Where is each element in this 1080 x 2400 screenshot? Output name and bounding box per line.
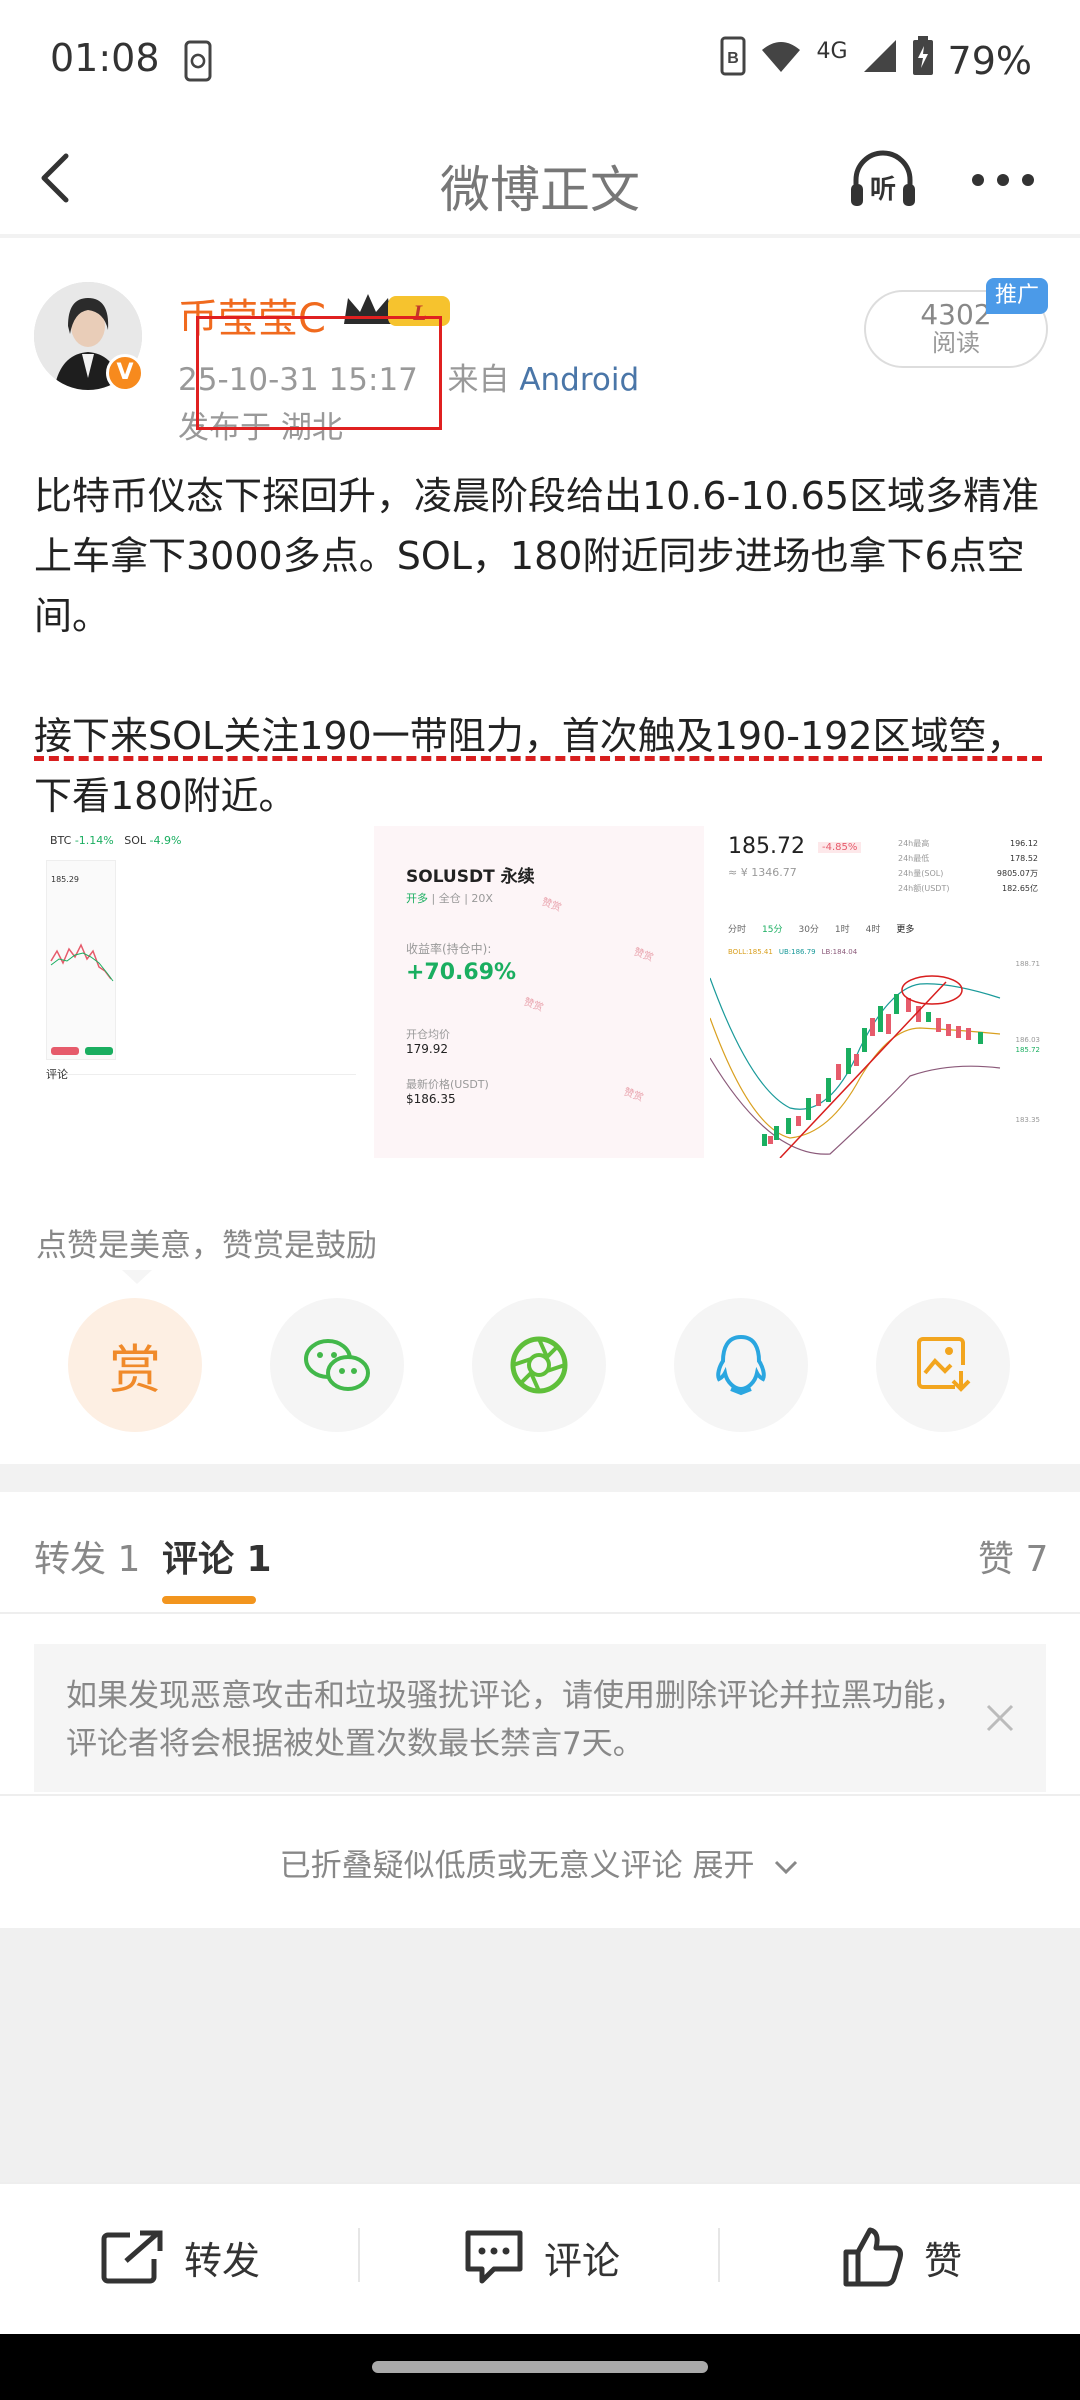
status-bar: 01:08 B 4G 79%: [0, 0, 1080, 120]
status-right: B 4G 79%: [720, 36, 1032, 85]
img2-watermark: 赞赏: [622, 1086, 645, 1104]
img2-watermark: 赞赏: [540, 896, 563, 914]
back-arrow-icon: [41, 153, 69, 203]
annotation-dashed-underline: [34, 756, 1042, 761]
back-button[interactable]: [30, 148, 90, 208]
source-prefix: 来自: [447, 362, 510, 398]
img1-phone-preview: 185.29: [46, 860, 116, 1060]
close-icon: [986, 1704, 1014, 1732]
wechat-share-button[interactable]: [270, 1298, 404, 1432]
img2-position-info: 开多 | 全仓 | 20X: [406, 892, 493, 905]
chevron-down-icon: [775, 1860, 798, 1874]
annotation-box: [196, 316, 442, 430]
wifi-icon: [760, 39, 802, 83]
img2-watermark: 赞赏: [632, 946, 655, 964]
svg-text:B: B: [728, 50, 740, 67]
headphones-icon: 听: [851, 150, 915, 206]
notice-text: 如果发现恶意攻击和垃圾骚扰评论，请使用删除评论并拉黑功能，评论者将会根据被处置次…: [66, 1678, 965, 1762]
post-paragraph-1: 比特币仪态下探回升，凌晨阶段给出10.6-10.65区域多精准上车拿下3000多…: [34, 474, 1040, 638]
nav-bar: 微博正文 听: [0, 120, 1080, 238]
section-divider: [0, 1464, 1080, 1492]
img1-tickers: BTC -1.14% SOL -4.9%: [50, 834, 182, 847]
promote-badge[interactable]: 推广: [986, 278, 1048, 314]
screen-sync-icon: [180, 40, 216, 86]
action-separator: [718, 2228, 720, 2282]
img2-entry-label: 开仓均价: [406, 1028, 450, 1041]
status-time: 01:08: [50, 36, 160, 80]
read-label: 阅读: [932, 329, 980, 357]
post-source[interactable]: Android: [519, 362, 639, 398]
battery-percent: 79%: [947, 38, 1032, 83]
img3-cny: ≈ ¥ 1346.77: [728, 866, 797, 879]
img3-intervals: 分时 15分 30分 1时 4时 更多: [728, 925, 915, 935]
thumbs-up-icon: [843, 2227, 903, 2287]
post-image-3[interactable]: 185.72 -4.85% ≈ ¥ 1346.77 24h最高 196.12 24…: [710, 826, 1044, 1158]
repost-button[interactable]: 转发: [100, 2222, 260, 2292]
repost-label: 转发: [184, 2238, 261, 2283]
save-image-icon: [917, 1337, 971, 1392]
action-separator: [358, 2228, 360, 2282]
wechat-icon: [304, 1339, 370, 1391]
tooltip-pointer-icon: [122, 1270, 152, 1284]
notice-border: [0, 1794, 1080, 1796]
tabs-border: [0, 1612, 1080, 1614]
like-label: 赞: [924, 2238, 963, 2283]
collapsed-comments-toggle[interactable]: 已折叠疑似低质或无意义评论 展开: [0, 1840, 1080, 1885]
img3-change: -4.85%: [818, 842, 862, 853]
tab-comment[interactable]: 评论 1: [162, 1530, 272, 1582]
img2-watermark: 赞赏: [522, 996, 545, 1014]
img2-last: $186.35: [406, 1092, 456, 1106]
more-dots-icon: [972, 174, 1034, 186]
qq-icon: [716, 1334, 766, 1396]
home-gesture-bar[interactable]: [372, 2361, 708, 2373]
active-tab-indicator: [162, 1596, 256, 1604]
img3-y-low: 183.35: [1015, 1116, 1041, 1124]
img1-tab: 评论: [46, 1068, 68, 1081]
img2-last-label: 最新价格(USDT): [406, 1078, 489, 1091]
nfc-icon: B: [720, 36, 746, 85]
more-button[interactable]: [970, 170, 1036, 190]
img2-roi: +70.69%: [406, 960, 517, 985]
qq-share-button[interactable]: [674, 1298, 808, 1432]
listen-button[interactable]: 听: [848, 150, 918, 210]
post-paragraph-2: 接下来SOL关注190一带阻力，首次触及190-192区域箜，下看180附近。: [34, 714, 1025, 818]
img1-price: 185.29: [51, 875, 79, 884]
tab-repost[interactable]: 转发 1: [34, 1530, 140, 1582]
comment-button[interactable]: 评论: [462, 2222, 620, 2292]
repost-icon: [101, 2230, 163, 2284]
reward-button[interactable]: 赏: [68, 1298, 202, 1432]
img3-boll-legend: BOLL:185.41 UB:186.79 LB:184.04: [728, 948, 858, 956]
comment-icon: [465, 2230, 523, 2284]
comment-label: 评论: [544, 2238, 621, 2283]
moments-share-button[interactable]: [472, 1298, 606, 1432]
img3-y-mid2: 186.03: [1015, 1036, 1041, 1044]
img3-stats: 24h最高 196.12 24h最低 178.52 24h量(SOL) 9805.07…: [898, 839, 1038, 893]
page-title: 微博正文: [440, 161, 640, 219]
img3-y-mid: 185.72: [1015, 1046, 1041, 1054]
signal-icon: [862, 38, 898, 83]
post-body: 比特币仪态下探回升，凌晨阶段给出10.6-10.65区域多精准上车拿下3000多…: [34, 466, 1054, 826]
svg-text:听: 听: [870, 175, 896, 205]
img3-price: 185.72: [728, 834, 805, 859]
post-image-2[interactable]: SOLUSDT 永续 开多 | 全仓 | 20X 收益率(持仓中): +70.6…: [374, 826, 704, 1158]
img2-roi-label: 收益率(持仓中):: [406, 942, 492, 956]
img2-symbol: SOLUSDT 永续: [406, 867, 535, 887]
img3-y-top: 188.71: [1015, 960, 1041, 968]
tab-like[interactable]: 赞 7: [978, 1530, 1048, 1582]
img3-kline-chart: [710, 975, 1001, 1158]
encourage-text: 点赞是美意，赞赏是鼓励: [36, 1228, 377, 1264]
verified-badge: V: [106, 354, 144, 392]
post-image-1[interactable]: BTC -1.14% SOL -4.9% 185.29 评论: [34, 826, 370, 1158]
collapsed-text: 已折叠疑似低质或无意义评论 展开: [279, 1848, 755, 1884]
moments-icon: [510, 1336, 568, 1394]
battery-icon: [912, 36, 934, 85]
save-image-button[interactable]: [876, 1298, 1010, 1432]
network-type: 4G: [816, 39, 848, 64]
empty-area: [0, 1928, 1080, 2182]
notice-close-button[interactable]: [982, 1700, 1018, 1736]
img2-entry: 179.92: [406, 1042, 448, 1056]
like-button[interactable]: 赞: [842, 2222, 962, 2292]
img1-mini-chart: [50, 943, 114, 982]
